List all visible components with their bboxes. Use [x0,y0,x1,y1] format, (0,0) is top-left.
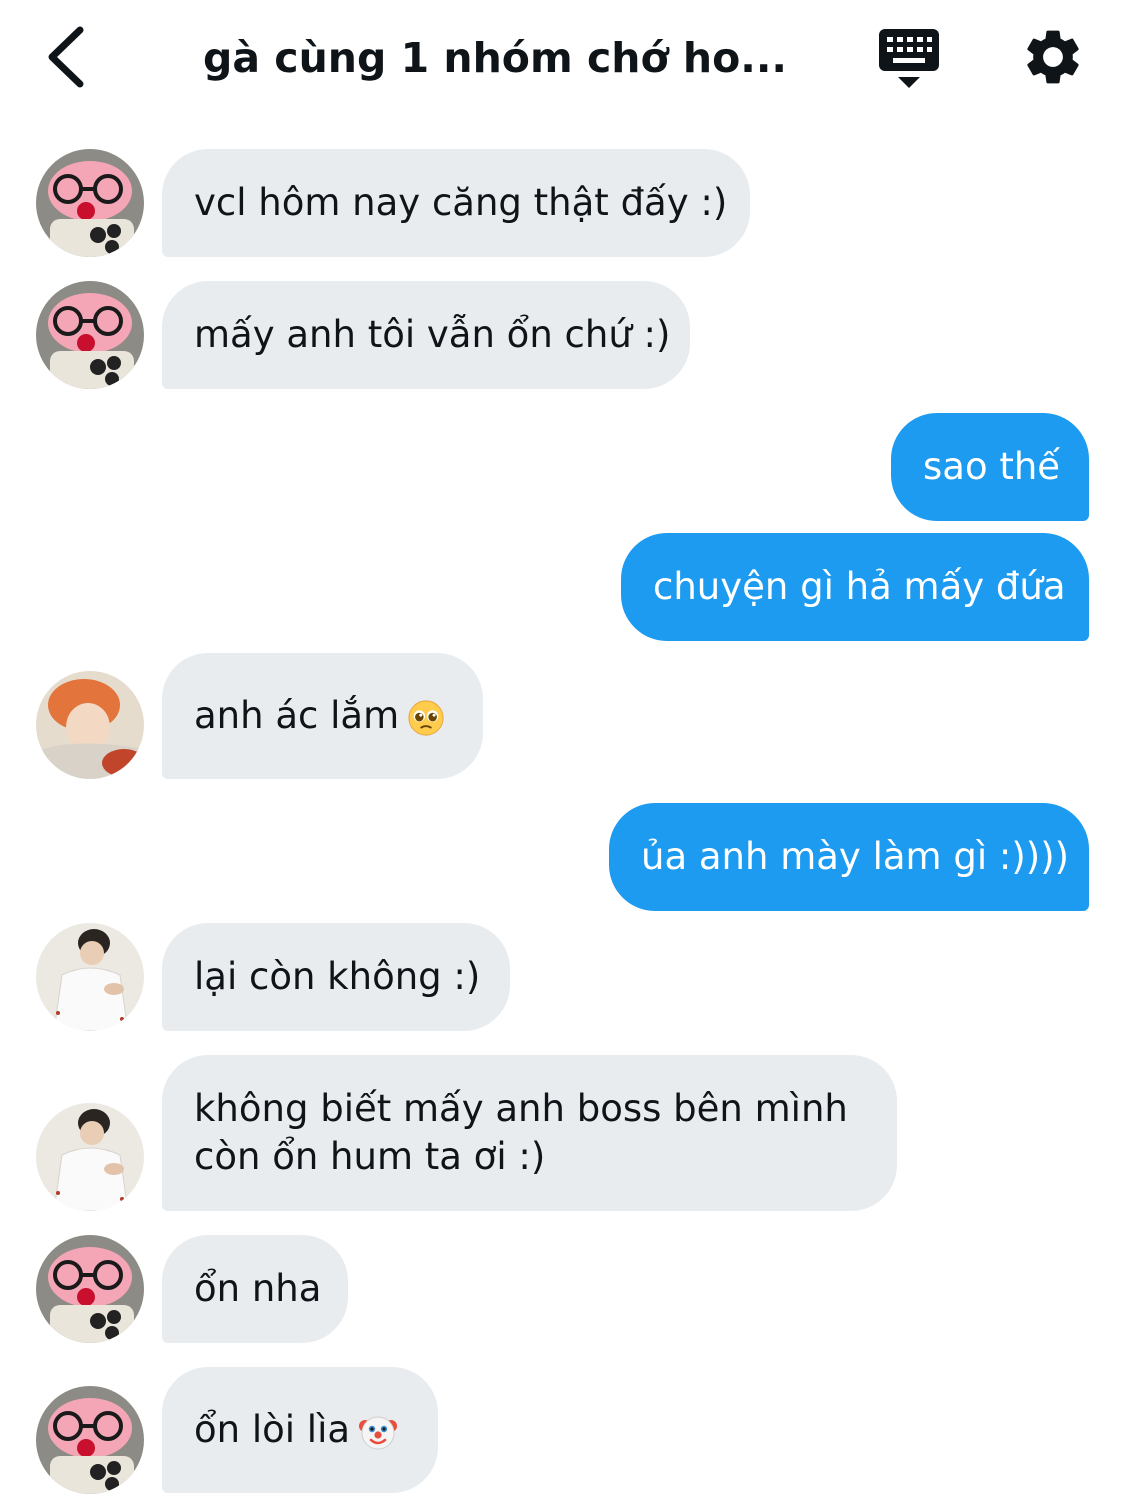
message-text-row: anh ác lắm [194,692,451,740]
boy-white-avatar-image [36,1103,144,1211]
message-bubble-incoming[interactable]: mấy anh tôi vẫn ổn chứ :) [162,281,690,389]
message-bubble-incoming[interactable]: không biết mấy anh boss bên mình còn ổn … [162,1055,897,1211]
message-bubble-outgoing[interactable]: ủa anh mày làm gì :)))) [609,803,1089,911]
avatar[interactable] [36,281,144,389]
message-text: chuyện gì hả mấy đứa [653,565,1066,608]
message-text-line: không biết mấy anh boss bên mình [194,1087,848,1130]
message-bubble-incoming[interactable]: anh ác lắm [162,653,483,779]
message-bubble-incoming[interactable]: ổn lòi lìa [162,1367,438,1493]
message-text: ổn nha [194,1267,322,1310]
keyboard-icon [879,29,939,88]
message-bubble-incoming[interactable]: ổn nha [162,1235,348,1343]
pig-plush-avatar-image [36,149,144,257]
message-bubble-incoming[interactable]: lại còn không :) [162,923,510,1031]
message-text: lại còn không :) [194,955,481,998]
avatar[interactable] [36,671,144,779]
conversation-title[interactable]: gà cùng 1 nhóm chớ ho... [180,28,810,88]
avatar[interactable] [36,1103,144,1211]
message-bubble-outgoing[interactable]: chuyện gì hả mấy đứa [621,533,1089,641]
orange-hair-avatar-image [36,671,144,779]
message-text: ổn lòi lìa [194,1408,351,1451]
chevron-left-icon [48,26,84,88]
message-text: mấy anh tôi vẫn ổn chứ :) [194,313,671,356]
gear-icon [1027,30,1079,84]
avatar[interactable] [36,1235,144,1343]
chat-header: gà cùng 1 nhóm chớ ho... [0,0,1125,115]
message-bubble-incoming[interactable]: vcl hôm nay căng thật đấy :) [162,149,750,257]
back-button[interactable] [40,22,100,92]
message-text: anh ác lắm [194,694,400,737]
avatar[interactable] [36,1386,144,1494]
avatar[interactable] [36,923,144,1031]
pleading-face-icon [408,699,444,736]
pig-plush-avatar-image [36,281,144,389]
keyboard-shortcuts-button[interactable] [876,26,942,92]
message-text: sao thế [923,445,1061,488]
message-text: vcl hôm nay căng thật đấy :) [194,181,728,224]
clown-face-icon [359,1416,398,1449]
pig-plush-avatar-image [36,1386,144,1494]
boy-white-avatar-image [36,923,144,1031]
avatar[interactable] [36,149,144,257]
pig-plush-avatar-image [36,1235,144,1343]
message-bubble-outgoing[interactable]: sao thế [891,413,1089,521]
message-text-line: còn ổn hum ta ơi :) [194,1135,546,1178]
message-text-row: ổn lòi lìa [194,1406,406,1454]
message-text: ủa anh mày làm gì :)))) [641,835,1070,878]
settings-button[interactable] [1020,24,1086,90]
